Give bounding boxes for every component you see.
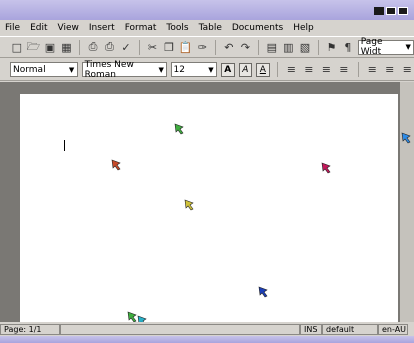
mouse-pointer-icon xyxy=(321,162,331,174)
pointer-overlay xyxy=(111,123,411,343)
style-status: default xyxy=(322,323,378,335)
mouse-pointer-icon xyxy=(258,286,268,298)
mouse-pointer-icon xyxy=(174,123,184,135)
page-status: Page: 1/1 xyxy=(0,323,60,335)
mouse-pointer-icon xyxy=(401,132,411,144)
mouse-pointer-icon xyxy=(127,311,137,323)
bottom-frame xyxy=(0,336,414,343)
mouse-pointer-icon xyxy=(184,199,194,211)
mouse-pointer-icon xyxy=(111,159,121,171)
status-bar: Page: 1/1 INS default en-AU xyxy=(0,322,414,336)
status-spacer xyxy=(60,323,300,335)
insert-mode-status: INS xyxy=(300,323,322,335)
language-status: en-AU xyxy=(378,323,408,335)
